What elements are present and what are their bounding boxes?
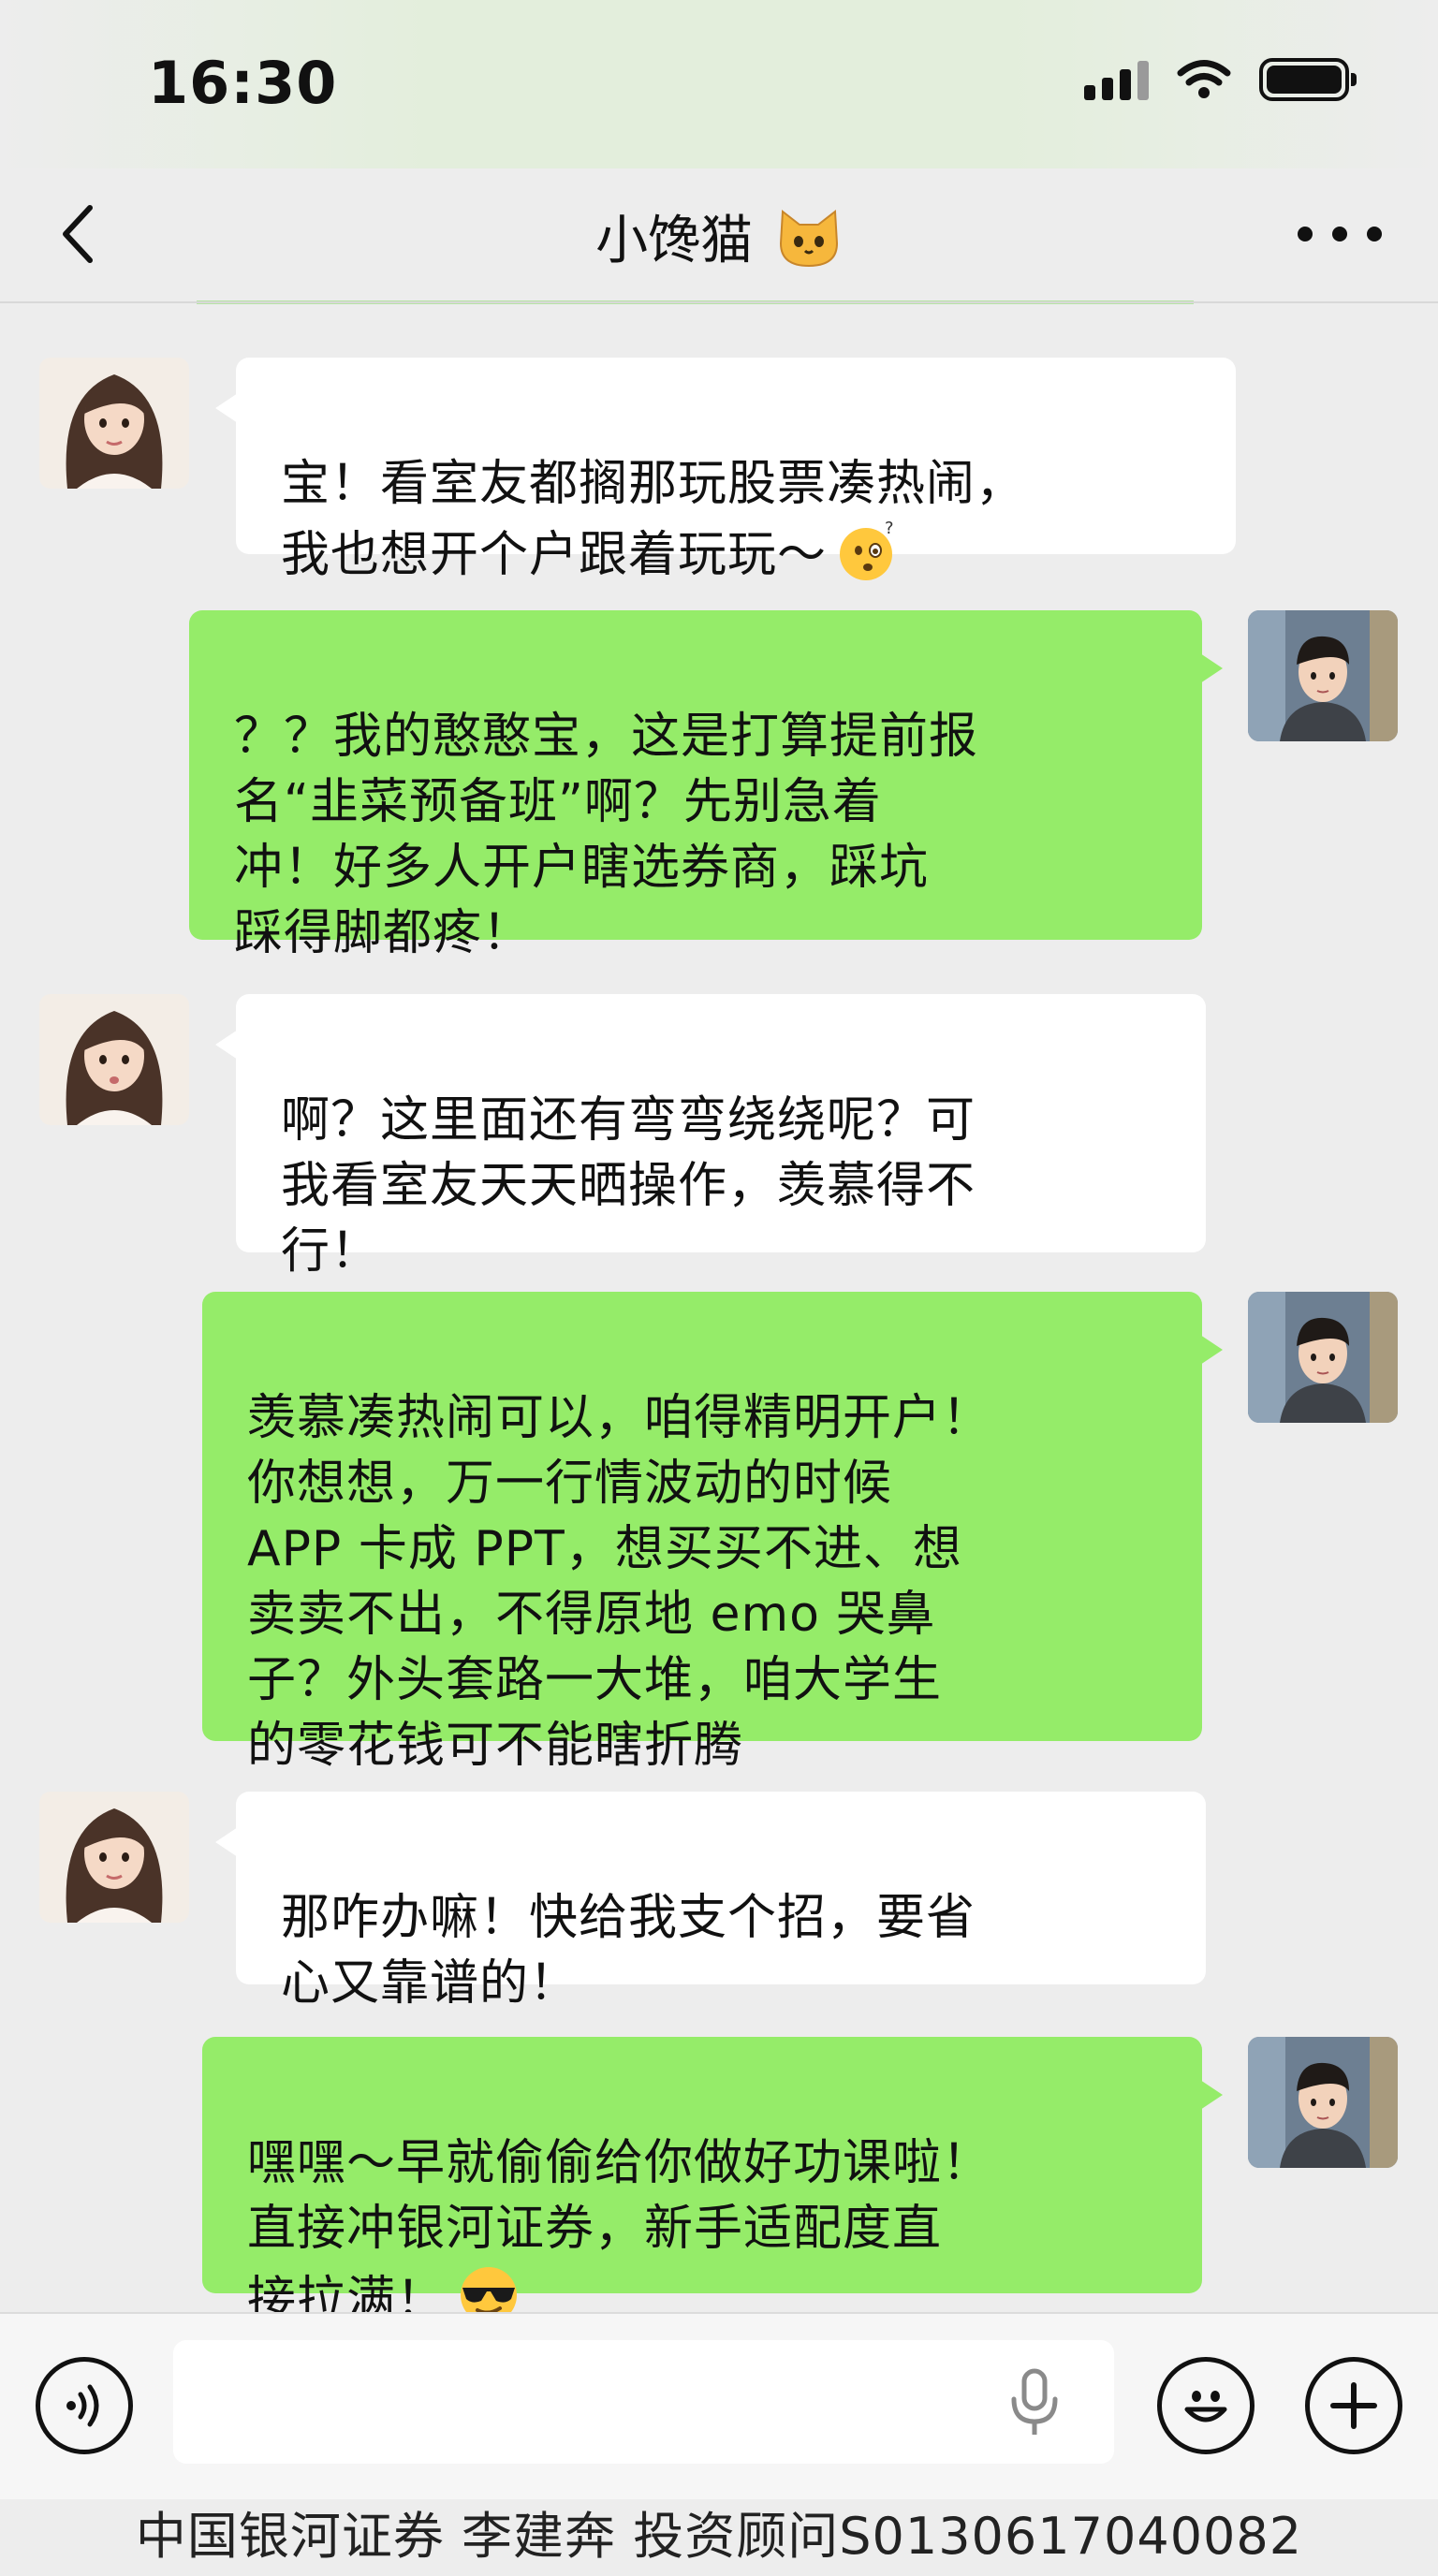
thinking-face-icon: ?	[840, 519, 895, 580]
message-bubble-sent[interactable]: 嘿嘿～早就偷偷给你做好功课啦！ 直接冲银河证券，新手适配度直 接拉满！	[202, 2037, 1223, 2328]
message-bubble-sent[interactable]: 羡慕凑热闹可以，咱得精明开户！ 你想想，万一行情波动的时候 APP 卡成 PPT…	[202, 1292, 1223, 1774]
status-time: 16:30	[148, 49, 338, 117]
message-text: 那咋办嘛！快给我支个招，要省 心又靠谱的！	[281, 1890, 976, 2012]
emoji-button[interactable]	[1157, 2357, 1255, 2454]
svg-text:?: ?	[885, 519, 895, 538]
message-text: ？？我的憨憨宝，这是打算提前报 名“韭菜预备班”啊？先别急着 冲！好多人开户瞎选…	[234, 709, 979, 961]
message-text: 啊？这里面还有弯弯绕绕呢？可 我看室友天天晒操作，羡慕得不 行！	[281, 1092, 976, 1280]
chat-title-text: 小馋猫	[595, 211, 754, 271]
message-bubble-sent[interactable]: ？？我的憨憨宝，这是打算提前报 名“韭菜预备班”啊？先别急着 冲！好多人开户瞎选…	[189, 610, 1223, 961]
my-avatar[interactable]	[1248, 610, 1398, 741]
microphone-icon[interactable]	[1006, 2367, 1063, 2442]
message-bubble-received[interactable]: 那咋办嘛！快给我支个招，要省 心又靠谱的！	[215, 1792, 1206, 2012]
emoji-smile-icon	[1184, 2391, 1227, 2422]
wifi-icon	[1177, 60, 1231, 98]
status-icons	[1084, 58, 1357, 101]
disclaimer-footer: 中国银河证券 李建奔 投资顾问S0130617040082	[135, 2507, 1303, 2566]
my-avatar[interactable]	[1248, 2037, 1398, 2168]
add-attachment-button[interactable]	[1305, 2357, 1402, 2454]
voice-mode-button[interactable]	[36, 2357, 133, 2454]
more-dot	[1367, 227, 1382, 242]
header-divider	[0, 301, 1438, 303]
contact-avatar[interactable]	[39, 994, 189, 1125]
input-bar	[0, 2312, 1438, 2499]
plus-icon	[1330, 2382, 1377, 2429]
voice-mode-icon	[66, 2384, 99, 2427]
message-bubble-received[interactable]: 啊？这里面还有弯弯绕绕呢？可 我看室友天天晒操作，羡慕得不 行！	[215, 994, 1206, 1280]
more-dot	[1298, 227, 1313, 242]
battery-icon	[1259, 58, 1357, 101]
chat-title: 小馋猫	[0, 198, 1438, 274]
contact-avatar[interactable]	[39, 1792, 189, 1923]
message-bubble-received[interactable]: 宝！看室友都搁那玩股票凑热闹， 我也想开个户跟着玩玩～ ?	[215, 358, 1236, 583]
message-text: 羡慕凑热闹可以，咱得精明开户！ 你想想，万一行情波动的时候 APP 卡成 PPT…	[247, 1390, 992, 1774]
cellular-signal-icon	[1084, 59, 1149, 100]
more-options-button[interactable]	[1298, 206, 1382, 262]
message-input[interactable]	[173, 2340, 1114, 2464]
message-text: 宝！看室友都搁那玩股票凑热闹， 我也想开个户跟着玩玩～	[281, 456, 1026, 583]
chat-header: 小馋猫	[0, 168, 1438, 304]
my-avatar[interactable]	[1248, 1292, 1398, 1423]
cat-face-icon	[779, 210, 838, 268]
status-bar: 16:30	[0, 0, 1438, 168]
contact-avatar[interactable]	[39, 358, 189, 489]
more-dot	[1332, 227, 1347, 242]
message-text: 嘿嘿～早就偷偷给你做好功课啦！ 直接冲银河证券，新手适配度直 接拉满！	[247, 2135, 992, 2328]
